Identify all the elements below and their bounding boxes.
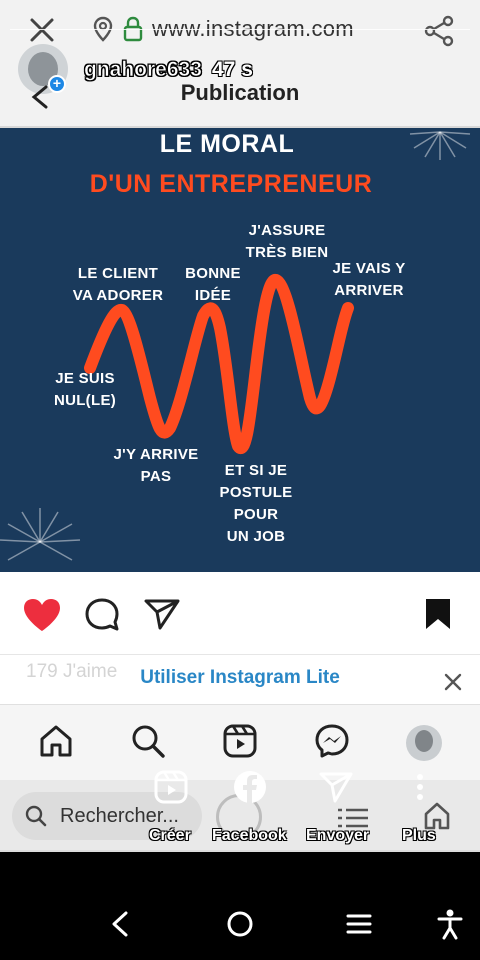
heart-icon[interactable] xyxy=(22,597,62,633)
browser-chrome: www.instagram.com + gnahore633 47 s Publ… xyxy=(0,0,480,128)
close-icon[interactable] xyxy=(26,14,58,46)
share-facebook-label: Facebook xyxy=(212,827,287,844)
post-title-line2: D'UN ENTREPRENEUR xyxy=(89,170,373,198)
list-icon[interactable] xyxy=(338,808,368,828)
share-send[interactable] xyxy=(318,770,354,809)
facebook-icon xyxy=(234,771,266,803)
back-icon[interactable] xyxy=(108,910,132,938)
story-time: 47 s xyxy=(212,58,253,81)
messenger-icon[interactable] xyxy=(314,723,350,759)
post-image[interactable]: LE MORAL D'UN ENTREPRENEUR JE SUIS NUL(LE… xyxy=(0,128,480,572)
home-icon[interactable] xyxy=(38,723,74,759)
bookmark-icon[interactable] xyxy=(424,597,452,631)
share-more-label: Plus xyxy=(402,827,436,844)
close-banner-icon[interactable] xyxy=(442,671,464,693)
more-icon xyxy=(417,774,423,800)
share-create-label: Créer xyxy=(149,827,191,844)
divider xyxy=(0,850,480,852)
use-instagram-lite-link[interactable]: Utiliser Instagram Lite xyxy=(0,667,480,689)
wave-label: J'Y ARRIVE PAS xyxy=(113,446,199,485)
post-actions xyxy=(0,572,480,654)
accessibility-icon[interactable] xyxy=(436,908,464,940)
wave-label: JE VAIS Y ARRIVER xyxy=(332,260,406,299)
reels-icon[interactable] xyxy=(222,723,258,759)
instagram-lite-banner: 179 J'aime Utiliser Instagram Lite xyxy=(0,654,480,704)
wave-label: ET SI JE POSTULE POUR UN JOB xyxy=(219,462,293,545)
wave-label: JE SUIS NUL(LE) xyxy=(53,370,117,409)
profile-avatar[interactable] xyxy=(406,725,442,761)
home-button-icon[interactable] xyxy=(226,910,254,938)
search-icon xyxy=(25,805,47,827)
post-title-line1: LE MORAL xyxy=(159,130,295,158)
comment-icon[interactable] xyxy=(84,597,120,633)
search-icon[interactable] xyxy=(130,723,166,759)
system-nav-bar xyxy=(0,868,480,960)
share-more[interactable] xyxy=(410,774,430,805)
story-progress-bar xyxy=(10,29,470,30)
wave-label: LE CLIENT VA ADORER xyxy=(72,265,164,304)
send-icon xyxy=(319,772,353,803)
page-title: Publication xyxy=(180,80,300,105)
share-icon[interactable] xyxy=(422,14,456,48)
story-username[interactable]: gnahore633 xyxy=(84,58,202,82)
instagram-bottom-nav xyxy=(0,704,480,780)
wave-label: J'ASSURE TRÈS BIEN xyxy=(245,222,329,261)
share-send-label: Envoyer xyxy=(306,827,370,844)
reels-icon xyxy=(154,770,188,804)
share-facebook[interactable] xyxy=(232,770,268,809)
wave-label: BONNE IDÉE xyxy=(185,265,241,304)
recents-icon[interactable] xyxy=(346,912,372,936)
share-create[interactable] xyxy=(152,770,190,809)
screen: www.instagram.com + gnahore633 47 s Publ… xyxy=(0,0,480,960)
sunburst-decoration-bottom xyxy=(0,508,81,561)
browser-home-icon[interactable] xyxy=(424,802,450,830)
send-icon[interactable] xyxy=(144,597,180,631)
